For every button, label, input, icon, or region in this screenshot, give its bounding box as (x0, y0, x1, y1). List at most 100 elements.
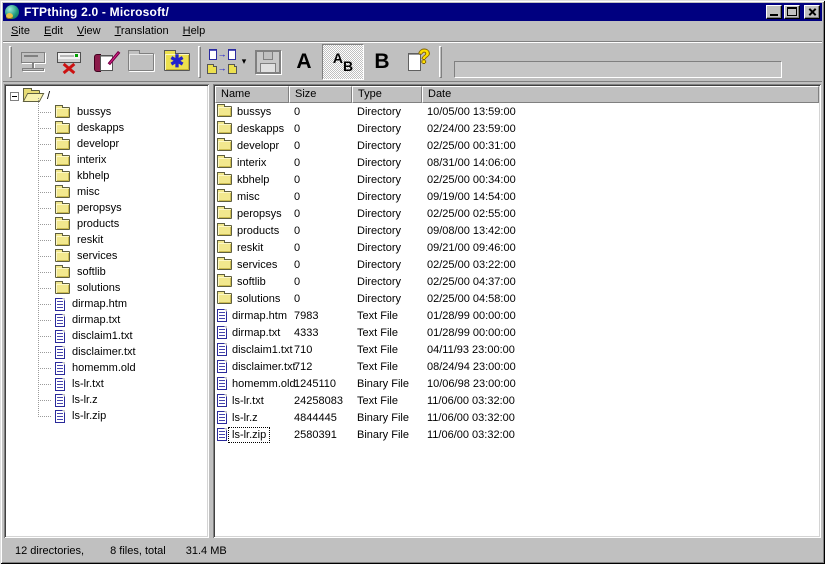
file-row[interactable]: misc 0 Directory 09/19/00 14:54:00 (215, 188, 819, 205)
toolbar-gripper[interactable] (9, 46, 12, 78)
file-row[interactable]: developr 0 Directory 02/25/00 00:31:00 (215, 137, 819, 154)
disconnect-button[interactable] (51, 44, 87, 80)
file-row[interactable]: interix 0 Directory 08/31/00 14:06:00 (215, 154, 819, 171)
tree-item[interactable]: kbhelp (8, 168, 207, 184)
column-header[interactable]: Type (352, 86, 422, 103)
tree-item-icon (55, 235, 70, 246)
column-header[interactable]: Size (289, 86, 352, 103)
auto-mode-button[interactable]: AB (322, 44, 364, 80)
menu-item[interactable]: Edit (37, 22, 70, 40)
file-date: 02/24/00 23:59:00 (422, 123, 819, 135)
column-header[interactable]: Date (422, 86, 819, 103)
menu-item[interactable]: Site (4, 22, 37, 40)
file-row[interactable]: dirmap.txt 4333 Text File 01/28/99 00:00… (215, 324, 819, 341)
binary-mode-button[interactable]: B (364, 44, 400, 80)
file-name: interix (234, 156, 269, 170)
list-rows: bussys 0 Directory 10/05/00 13:59:00 des… (215, 103, 819, 536)
collapse-icon[interactable] (10, 92, 19, 101)
close-button[interactable] (804, 5, 820, 19)
file-row[interactable]: ls-lr.z 4844445 Binary File 11/06/00 03:… (215, 409, 819, 426)
file-row-icon (217, 377, 227, 390)
tree-item-label: homemm.old (69, 361, 139, 375)
file-name: misc (234, 190, 263, 204)
file-type: Text File (352, 361, 422, 373)
tree-item[interactable]: homemm.old (8, 360, 207, 376)
tree-item[interactable]: services (8, 248, 207, 264)
transfer-button[interactable]: → → (204, 44, 240, 80)
file-row-icon (217, 276, 232, 287)
file-type: Text File (352, 395, 422, 407)
file-row[interactable]: bussys 0 Directory 10/05/00 13:59:00 (215, 103, 819, 120)
file-name: developr (234, 139, 282, 153)
menu-item[interactable]: Help (176, 22, 213, 40)
toolbar-gripper-2[interactable] (439, 46, 442, 78)
file-row-icon (217, 157, 232, 168)
app-icon (5, 5, 19, 19)
file-size: 0 (289, 242, 352, 254)
file-row[interactable]: products 0 Directory 09/08/00 13:42:00 (215, 222, 819, 239)
file-size: 0 (289, 191, 352, 203)
tree-item[interactable]: dirmap.txt (8, 312, 207, 328)
tree-item[interactable]: peropsys (8, 200, 207, 216)
tree-item[interactable]: ls-lr.z (8, 392, 207, 408)
transfer-dropdown-arrow-icon[interactable]: ▾ (240, 56, 248, 67)
tree-item[interactable]: softlib (8, 264, 207, 280)
tree-item-label: ls-lr.z (69, 393, 101, 407)
ascii-mode-button[interactable]: A (286, 44, 322, 80)
connect-button[interactable] (15, 44, 51, 80)
file-row[interactable]: reskit 0 Directory 09/21/00 09:46:00 (215, 239, 819, 256)
tree-item-label: ls-lr.txt (69, 377, 107, 391)
open-folder-button[interactable] (123, 44, 159, 80)
menu-item[interactable]: View (70, 22, 108, 40)
file-row[interactable]: services 0 Directory 02/25/00 03:22:00 (215, 256, 819, 273)
help-button[interactable]: ? (400, 44, 436, 80)
file-row[interactable]: softlib 0 Directory 02/25/00 04:37:00 (215, 273, 819, 290)
tree-item[interactable]: ls-lr.zip (8, 408, 207, 424)
maximize-icon (787, 7, 797, 16)
tree-item[interactable]: disclaimer.txt (8, 344, 207, 360)
menu-item[interactable]: Translation (108, 22, 176, 40)
tree-item[interactable]: misc (8, 184, 207, 200)
tree-item[interactable]: ls-lr.txt (8, 376, 207, 392)
tree-item[interactable]: products (8, 216, 207, 232)
tree-item[interactable]: interix (8, 152, 207, 168)
tree-root-label: / (44, 89, 53, 103)
file-date: 01/28/99 00:00:00 (422, 310, 819, 322)
file-row[interactable]: peropsys 0 Directory 02/25/00 02:55:00 (215, 205, 819, 222)
file-row[interactable]: disclaim1.txt 710 Text File 04/11/93 23:… (215, 341, 819, 358)
toolbar-text-field[interactable] (454, 61, 782, 78)
file-type: Binary File (352, 378, 422, 390)
file-row[interactable]: kbhelp 0 Directory 02/25/00 00:34:00 (215, 171, 819, 188)
tree-item[interactable]: disclaim1.txt (8, 328, 207, 344)
new-folder-button[interactable]: ✱ (159, 44, 195, 80)
file-row[interactable]: disclaimer.txt 712 Text File 08/24/94 23… (215, 358, 819, 375)
tree-item-label: interix (74, 153, 109, 167)
tree-item[interactable]: developr (8, 136, 207, 152)
tree-item[interactable]: solutions (8, 280, 207, 296)
tree-item[interactable]: dirmap.htm (8, 296, 207, 312)
file-row[interactable]: deskapps 0 Directory 02/24/00 23:59:00 (215, 120, 819, 137)
file-row[interactable]: dirmap.htm 7983 Text File 01/28/99 00:00… (215, 307, 819, 324)
file-row[interactable]: ls-lr.zip 2580391 Binary File 11/06/00 0… (215, 426, 819, 443)
minimize-button[interactable] (766, 5, 782, 19)
file-row[interactable]: homemm.old 1245110 Binary File 10/06/98 … (215, 375, 819, 392)
file-type: Binary File (352, 412, 422, 424)
status-size: 31.4 MB (186, 545, 227, 557)
tree-item[interactable]: reskit (8, 232, 207, 248)
toolbar: ✱ → → ▾ A AB B ? (3, 41, 822, 82)
address-book-pen-icon (91, 49, 119, 75)
file-row[interactable]: solutions 0 Directory 02/25/00 04:58:00 (215, 290, 819, 307)
tree-item[interactable]: bussys (8, 104, 207, 120)
file-row[interactable]: ls-lr.txt 24258083 Text File 11/06/00 03… (215, 392, 819, 409)
site-manager-button[interactable] (87, 44, 123, 80)
maximize-button[interactable] (784, 5, 800, 19)
status-files: 8 files, total (110, 545, 166, 557)
file-row-icon (217, 411, 227, 424)
status-bar: 12 directories, 8 files, total 31.4 MB (3, 541, 822, 561)
file-size: 0 (289, 276, 352, 288)
tree-item-label: solutions (74, 281, 123, 295)
tree-item[interactable]: deskapps (8, 120, 207, 136)
column-header[interactable]: Name (215, 86, 289, 103)
toolbar-separator (198, 46, 201, 78)
save-button[interactable] (250, 44, 286, 80)
